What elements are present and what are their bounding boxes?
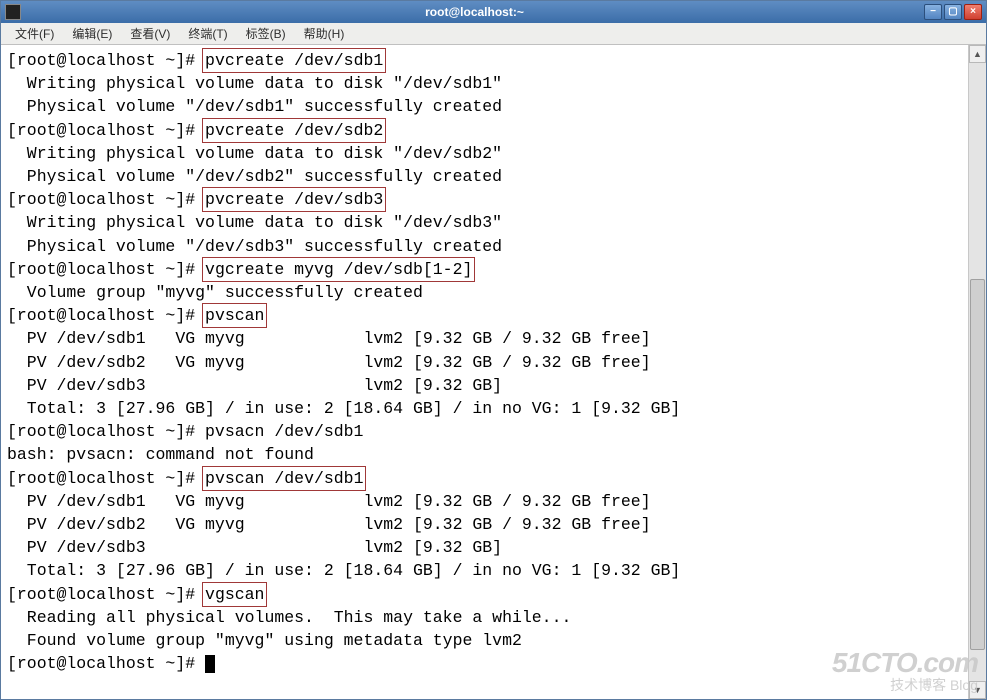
terminal-line: Found volume group "myvg" using metadata…	[7, 629, 961, 652]
scroll-thumb[interactable]	[970, 279, 985, 650]
terminal-line: [root@localhost ~]# pvcreate /dev/sdb2	[7, 119, 961, 142]
minimize-button[interactable]: −	[924, 4, 942, 20]
titlebar[interactable]: root@localhost:~ − ▢ ×	[1, 1, 986, 23]
terminal-area: [root@localhost ~]# pvcreate /dev/sdb1 W…	[1, 45, 986, 699]
terminal-line: Reading all physical volumes. This may t…	[7, 606, 961, 629]
close-button[interactable]: ×	[964, 4, 982, 20]
terminal-line: bash: pvsacn: command not found	[7, 443, 961, 466]
vertical-scrollbar[interactable]: ▲ ▼	[968, 45, 986, 699]
menubar: 文件(F) 编辑(E) 查看(V) 终端(T) 标签(B) 帮助(H)	[1, 23, 986, 45]
terminal-output[interactable]: [root@localhost ~]# pvcreate /dev/sdb1 W…	[1, 45, 967, 699]
terminal-line: [root@localhost ~]# vgscan	[7, 583, 961, 606]
highlighted-command: vgscan	[202, 582, 267, 607]
highlighted-command: pvcreate /dev/sdb2	[202, 118, 386, 143]
terminal-line: [root@localhost ~]# pvscan	[7, 304, 961, 327]
terminal-line: PV /dev/sdb3 lvm2 [9.32 GB]	[7, 374, 961, 397]
highlighted-command: pvcreate /dev/sdb1	[202, 48, 386, 73]
menu-edit[interactable]: 编辑(E)	[64, 23, 120, 44]
terminal-line: Writing physical volume data to disk "/d…	[7, 72, 961, 95]
terminal-cursor	[205, 655, 215, 673]
terminal-line: PV /dev/sdb1 VG myvg lvm2 [9.32 GB / 9.3…	[7, 327, 961, 350]
scroll-up-button[interactable]: ▲	[969, 45, 986, 63]
terminal-line: Total: 3 [27.96 GB] / in use: 2 [18.64 G…	[7, 397, 961, 420]
menu-file[interactable]: 文件(F)	[7, 23, 62, 44]
window-controls: − ▢ ×	[924, 4, 982, 20]
terminal-line: Physical volume "/dev/sdb2" successfully…	[7, 165, 961, 188]
terminal-line: [root@localhost ~]# pvscan /dev/sdb1	[7, 467, 961, 490]
terminal-line: [root@localhost ~]# pvsacn /dev/sdb1	[7, 420, 961, 443]
terminal-line: [root@localhost ~]# pvcreate /dev/sdb1	[7, 49, 961, 72]
highlighted-command: vgcreate myvg /dev/sdb[1-2]	[202, 257, 475, 282]
scroll-down-button[interactable]: ▼	[969, 681, 986, 699]
maximize-button[interactable]: ▢	[944, 4, 962, 20]
terminal-line: Total: 3 [27.96 GB] / in use: 2 [18.64 G…	[7, 559, 961, 582]
terminal-line: Writing physical volume data to disk "/d…	[7, 211, 961, 234]
scroll-track[interactable]	[969, 63, 986, 681]
highlighted-command: pvscan /dev/sdb1	[202, 466, 366, 491]
terminal-line: Volume group "myvg" successfully created	[7, 281, 961, 304]
terminal-line: Physical volume "/dev/sdb3" successfully…	[7, 235, 961, 258]
menu-terminal[interactable]: 终端(T)	[180, 23, 235, 44]
highlighted-command: pvcreate /dev/sdb3	[202, 187, 386, 212]
terminal-window: root@localhost:~ − ▢ × 文件(F) 编辑(E) 查看(V)…	[0, 0, 987, 700]
terminal-line: [root@localhost ~]# pvcreate /dev/sdb3	[7, 188, 961, 211]
window-title: root@localhost:~	[25, 5, 924, 19]
terminal-app-icon	[5, 4, 21, 20]
terminal-line: [root@localhost ~]# vgcreate myvg /dev/s…	[7, 258, 961, 281]
terminal-line: PV /dev/sdb3 lvm2 [9.32 GB]	[7, 536, 961, 559]
menu-view[interactable]: 查看(V)	[122, 23, 178, 44]
terminal-line: Writing physical volume data to disk "/d…	[7, 142, 961, 165]
terminal-line: PV /dev/sdb2 VG myvg lvm2 [9.32 GB / 9.3…	[7, 351, 961, 374]
highlighted-command: pvscan	[202, 303, 267, 328]
terminal-line: [root@localhost ~]#	[7, 652, 961, 675]
menu-help[interactable]: 帮助(H)	[296, 23, 353, 44]
terminal-line: PV /dev/sdb2 VG myvg lvm2 [9.32 GB / 9.3…	[7, 513, 961, 536]
terminal-line: Physical volume "/dev/sdb1" successfully…	[7, 95, 961, 118]
menu-tabs[interactable]: 标签(B)	[238, 23, 294, 44]
terminal-line: PV /dev/sdb1 VG myvg lvm2 [9.32 GB / 9.3…	[7, 490, 961, 513]
